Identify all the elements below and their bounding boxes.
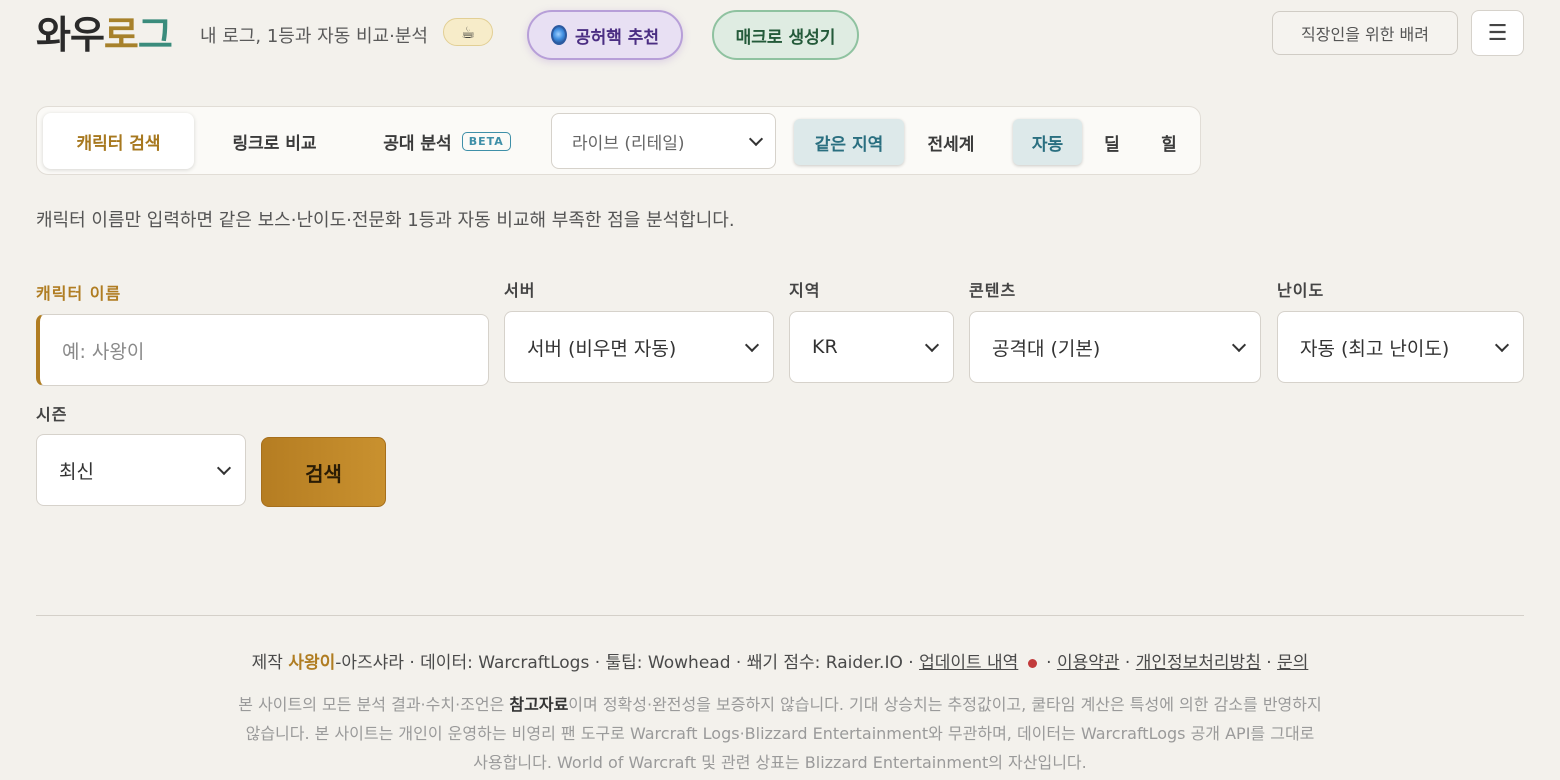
footer-divider <box>36 615 1524 616</box>
new-update-dot <box>1027 658 1037 668</box>
toggle-role-healer[interactable]: 힐 <box>1149 119 1189 165</box>
void-orb-icon <box>550 25 567 45</box>
contact-link[interactable]: 문의 <box>1277 653 1308 673</box>
game-version-select[interactable]: 라이브 (리테일) <box>551 113 776 169</box>
macro-generator-button[interactable]: 매크로 생성기 <box>712 10 859 60</box>
search-button[interactable]: 검색 <box>261 437 386 507</box>
update-log-link[interactable]: 업데이트 내역 <box>919 653 1018 673</box>
site-tagline: 내 로그, 1등과 자동 비교·분석 <box>200 26 428 47</box>
footer-disclaimer: 본 사이트의 모든 분석 결과·수치·조언은 참고자료이며 정확성·완전성을 보… <box>238 695 1322 772</box>
character-name-label: 캐릭터 이름 <box>36 284 122 303</box>
site-logo[interactable]: 와우로그 <box>36 4 173 59</box>
server-label: 서버 <box>504 281 536 300</box>
tab-raid-analysis[interactable]: 공대 분석 BETA <box>367 113 527 169</box>
page-description: 캐릭터 이름만 입력하면 같은 보스·난이도·전문화 1등과 자동 비교해 부족… <box>36 210 735 231</box>
header: 와우로그 내 로그, 1등과 자동 비교·분석 ☕ 공허핵 추천 매크로 생성기… <box>0 0 1560 70</box>
privacy-link[interactable]: 개인정보처리방침 <box>1136 653 1261 673</box>
content-label: 콘텐츠 <box>969 281 1017 300</box>
hamburger-menu-icon[interactable]: ☰ <box>1471 10 1524 56</box>
toggle-role-dps[interactable]: 딜 <box>1092 119 1132 165</box>
content-select[interactable]: 공격대 (기본) <box>969 311 1261 383</box>
season-select[interactable]: 최신 <box>36 434 246 506</box>
chevron-down-icon <box>748 131 764 147</box>
toggle-world[interactable]: 전세계 <box>911 119 991 165</box>
chevron-down-icon <box>924 337 940 353</box>
toggle-same-region[interactable]: 같은 지역 <box>794 119 904 165</box>
difficulty-select[interactable]: 자동 (최고 난이도) <box>1277 311 1524 383</box>
tab-character-search[interactable]: 캐릭터 검색 <box>43 113 194 169</box>
void-core-recommend-button[interactable]: 공허핵 추천 <box>527 10 683 60</box>
chevron-down-icon <box>1231 337 1247 353</box>
worker-mode-button[interactable]: 직장인을 위한 배려 <box>1272 11 1458 55</box>
toggle-role-auto[interactable]: 자동 <box>1013 119 1082 165</box>
chevron-down-icon <box>1494 337 1510 353</box>
tab-link-compare[interactable]: 링크로 비교 <box>207 113 342 169</box>
season-label: 시즌 <box>36 405 68 424</box>
author-name: 사왕이 <box>288 653 336 673</box>
footer-credits: 제작 사왕이-아즈샤라 · 데이터: WarcraftLogs · 툴팁: Wo… <box>251 653 1309 673</box>
beta-badge: BETA <box>461 131 511 151</box>
difficulty-label: 난이도 <box>1277 281 1325 300</box>
region-select[interactable]: KR <box>789 311 954 383</box>
terms-link[interactable]: 이용약관 <box>1057 653 1120 673</box>
coffee-cup-icon[interactable]: ☕ <box>443 18 493 46</box>
region-label: 지역 <box>789 281 821 300</box>
mode-tab-bar: 캐릭터 검색 링크로 비교 공대 분석 BETA 라이브 (리테일) 같은 지역… <box>36 106 1201 175</box>
character-name-input[interactable]: 예: 사왕이 <box>36 314 489 386</box>
chevron-down-icon <box>216 460 232 476</box>
server-select[interactable]: 서버 (비우면 자동) <box>504 311 774 383</box>
chevron-down-icon <box>744 337 760 353</box>
